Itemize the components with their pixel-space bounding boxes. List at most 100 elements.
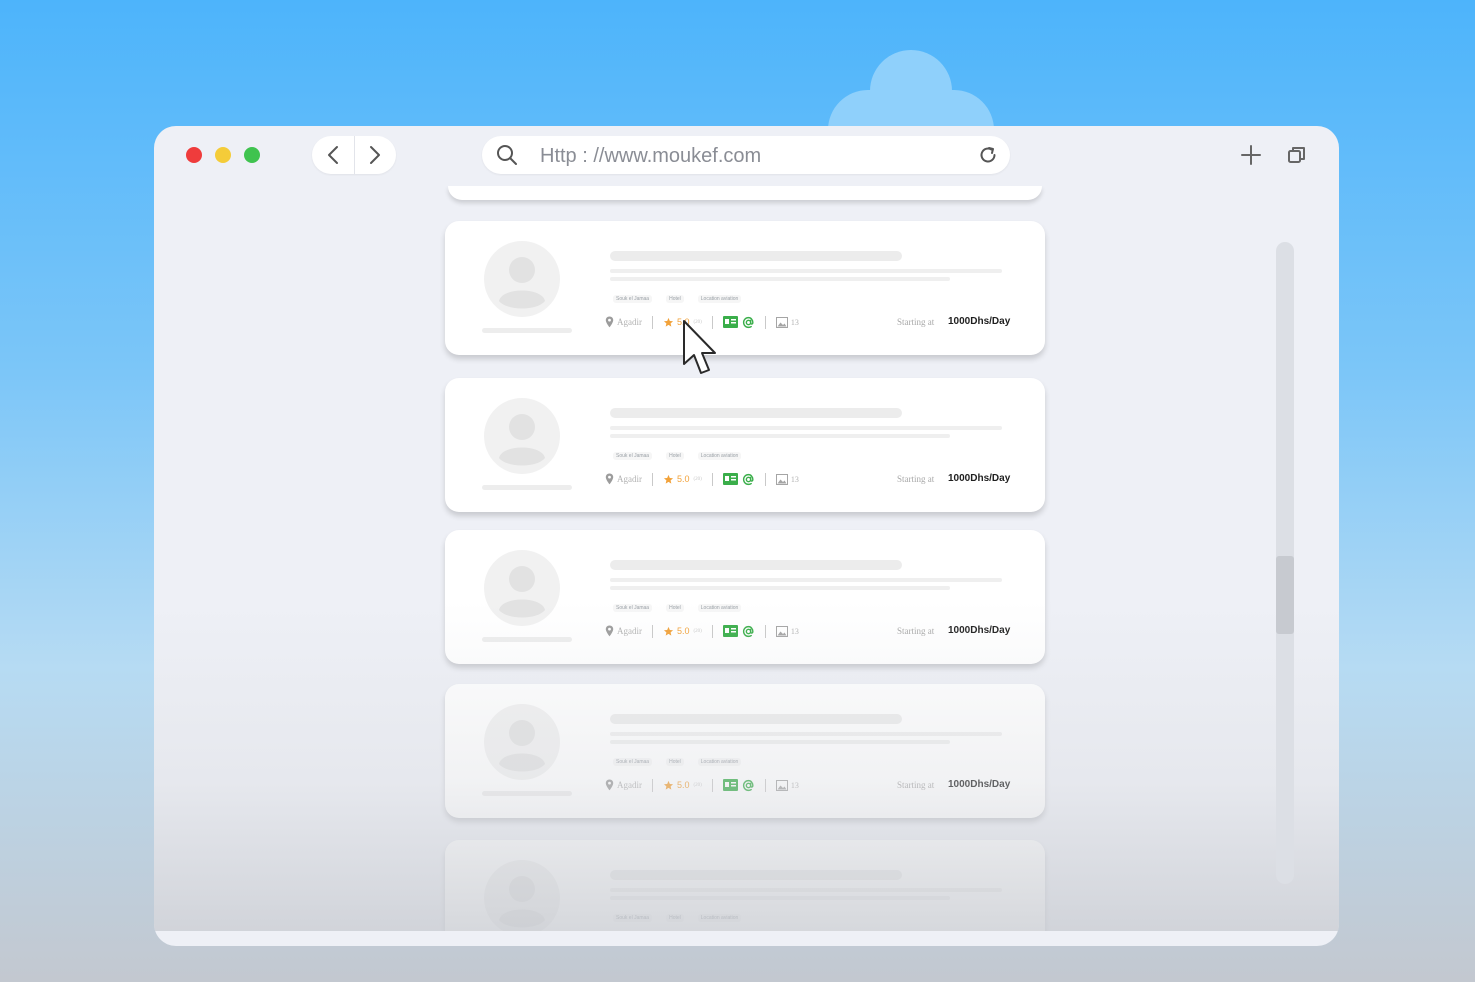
price-value: 1000Dhs/Day [948,625,1011,636]
image-icon [775,625,788,637]
description-placeholder [610,732,1002,736]
tag: Location aviation [697,295,742,303]
listing-meta: Agadir 5.0 (20) 13 [605,472,799,486]
title-placeholder [610,870,902,880]
location-text: Agadir [617,626,642,636]
description-placeholder [610,426,1002,430]
contact-card-icon[interactable] [722,316,738,328]
avatar-icon [484,398,560,474]
search-icon [497,145,517,165]
address-bar[interactable] [482,136,1010,174]
tag: Hotel [666,295,684,303]
listing-card-partial [448,186,1042,200]
tag: Hotel [666,914,684,922]
price-value: 1000Dhs/Day [948,316,1011,327]
contact-card-icon[interactable] [722,625,738,637]
price-value: 1000Dhs/Day [948,779,1011,790]
name-placeholder [482,791,572,796]
listing-card[interactable]: Souk el Jamaa Hotel Location aviation Ag… [445,840,1045,931]
location-text: Agadir [617,474,642,484]
location-text: Agadir [617,317,642,327]
chevron-right-icon [370,146,381,164]
cloud-base [828,90,994,130]
location-pin-icon [605,779,614,791]
separator [764,472,766,486]
listing-meta: Agadir 5.0 (20) 13 [605,624,799,638]
page-content: Souk el Jamaa Hotel Location aviation Ag… [154,186,1339,931]
location-pin-icon [605,316,614,328]
avatar-icon [484,241,560,317]
name-placeholder [482,485,572,490]
description-placeholder [610,269,1002,273]
avatar-icon [484,860,560,931]
reload-icon[interactable] [978,145,998,165]
listing-card[interactable]: Souk el Jamaa Hotel Location aviation Ag… [445,221,1045,355]
listing-card[interactable]: Souk el Jamaa Hotel Location aviation Ag… [445,684,1045,818]
email-icon[interactable] [742,779,755,792]
cloud-decoration [828,50,994,132]
starting-at-label: Starting at [897,780,935,790]
contact-card-icon[interactable] [722,473,738,485]
rating-count: (20) [693,628,702,634]
tag-list: Souk el Jamaa Hotel Location aviation [613,914,742,922]
location-pin-icon [605,625,614,637]
contact-card-icon[interactable] [722,779,738,791]
forward-button[interactable] [355,136,397,174]
title-placeholder [610,714,902,724]
minimize-window-button[interactable] [215,147,231,163]
avatar-icon [484,550,560,626]
plans-count: 13 [790,780,799,790]
image-icon [775,779,788,791]
price-value: 1000Dhs/Day [948,473,1011,484]
description-placeholder [610,434,950,438]
rating-count: (20) [693,476,702,482]
location-pin-icon [605,473,614,485]
email-icon[interactable] [742,316,755,329]
title-placeholder [610,251,902,261]
close-window-button[interactable] [186,147,202,163]
separator [711,778,713,792]
description-placeholder [610,578,1002,582]
tag: Location aviation [697,452,742,460]
scrollbar-thumb[interactable] [1276,556,1294,634]
star-icon [663,626,674,636]
rating-count: (20) [693,782,702,788]
maximize-window-button[interactable] [244,147,260,163]
tag-list: Souk el Jamaa Hotel Location aviation [613,295,742,303]
rating-value: 5.0 [677,474,690,484]
title-placeholder [610,408,902,418]
tag: Souk el Jamaa [613,914,653,922]
listing-card[interactable]: Souk el Jamaa Hotel Location aviation Ag… [445,378,1045,512]
description-placeholder [610,888,1002,892]
starting-at-label: Starting at [897,474,935,484]
tag: Souk el Jamaa [613,295,653,303]
description-placeholder [610,740,950,744]
image-icon [775,473,788,485]
url-input[interactable] [538,142,962,170]
back-button[interactable] [312,136,355,174]
star-icon [663,780,674,790]
email-icon[interactable] [742,473,755,486]
star-icon [663,474,674,484]
tag: Hotel [666,604,684,612]
listing-card[interactable]: Souk el Jamaa Hotel Location aviation Ag… [445,530,1045,664]
tag-list: Souk el Jamaa Hotel Location aviation [613,452,742,460]
chevron-left-icon [327,146,338,164]
separator [652,778,653,792]
tag: Location aviation [697,758,742,766]
description-placeholder [610,277,950,281]
star-icon [663,317,674,327]
tabs-icon[interactable] [1287,145,1307,165]
navigation-buttons [312,136,396,174]
description-placeholder [610,896,950,900]
plans-count: 13 [790,626,799,636]
separator [711,472,713,486]
rating-value: 5.0 [677,626,690,636]
plus-icon[interactable] [1240,144,1262,166]
browser-window: Souk el Jamaa Hotel Location aviation Ag… [154,126,1339,946]
email-icon[interactable] [742,625,755,638]
tag: Souk el Jamaa [613,452,653,460]
starting-at-label: Starting at [897,317,935,327]
image-icon [775,316,788,328]
separator [652,624,653,638]
